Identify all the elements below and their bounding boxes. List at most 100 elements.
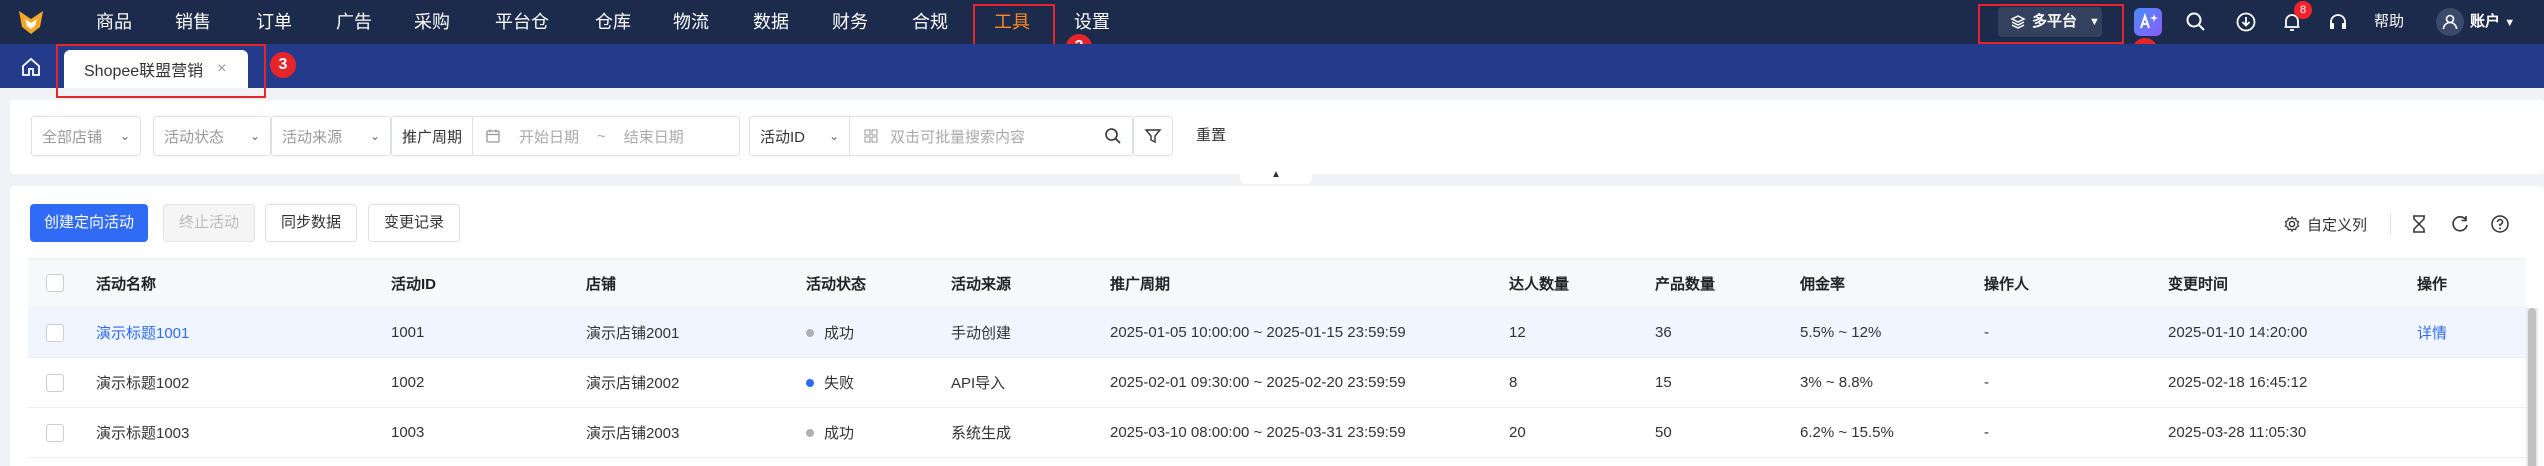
row-checkbox[interactable] [46, 323, 64, 342]
status-cell: 失败 [806, 358, 854, 407]
home-icon[interactable] [20, 56, 42, 78]
search-input[interactable]: 双击可批量搜索内容 [890, 126, 1104, 147]
chevron-down-icon: ⌄ [369, 129, 380, 143]
column-header-commission[interactable]: 佣金率 [1800, 259, 1845, 307]
search-icon[interactable] [1104, 127, 1122, 145]
shop-name: 演示店铺2003 [586, 425, 680, 442]
user-icon [2442, 14, 2458, 30]
id-type-select[interactable]: 活动ID ⌄ [750, 117, 850, 155]
column-header-products[interactable]: 产品数量 [1655, 259, 1715, 307]
nav-item-finance[interactable]: 财务 [832, 0, 868, 44]
avatar[interactable] [2436, 8, 2464, 36]
nav-item-platform-warehouse[interactable]: 平台仓 [495, 0, 549, 44]
column-header-id[interactable]: 活动ID [391, 259, 436, 307]
collapse-filter-toggle[interactable]: ▲ [1240, 168, 1312, 184]
reset-button[interactable]: 重置 [1196, 116, 1226, 156]
row-checkbox[interactable] [46, 373, 64, 392]
nav-item-warehouse[interactable]: 仓库 [595, 0, 631, 44]
table-header: 活动名称 活动ID 店铺 活动状态 活动来源 推广周期 达人数量 产品数量 佣金… [28, 258, 2526, 308]
ai-assistant-icon[interactable] [2134, 8, 2162, 36]
shop-name: 演示店铺2001 [586, 325, 680, 342]
notification-count-badge: 8 [2294, 1, 2312, 19]
top-navbar [0, 0, 2544, 44]
status-select[interactable]: 活动状态 ⌄ [153, 116, 271, 156]
operator-text: - [1984, 374, 1989, 391]
nav-item-sales[interactable]: 销售 [175, 0, 211, 44]
column-header-changed[interactable]: 变更时间 [2168, 259, 2228, 307]
column-header-action: 操作 [2417, 275, 2448, 293]
source-text: 手动创建 [951, 325, 1012, 342]
gear-icon [2284, 215, 2300, 233]
status-dot [806, 378, 814, 387]
table-row[interactable]: 演示标题1003 1003 演示店铺2003 成功 系统生成 2025-03-1… [28, 408, 2526, 458]
nav-item-data[interactable]: 数据 [753, 0, 789, 44]
column-header-operator[interactable]: 操作人 [1984, 259, 2029, 307]
period-text: 2025-01-05 10:00:00 ~ 2025-01-15 23:59:5… [1110, 324, 1406, 341]
nav-item-products[interactable]: 商品 [96, 0, 132, 44]
column-header-period[interactable]: 推广周期 [1110, 259, 1170, 307]
campaign-name-link[interactable]: 演示标题1002 [96, 358, 189, 407]
custom-columns-button[interactable]: 自定义列 [2283, 212, 2367, 236]
highlight-box-platform [1978, 4, 2124, 44]
period-label: 推广周期 [392, 117, 474, 155]
end-date-input[interactable]: 结束日期 [624, 126, 684, 147]
period-text: 2025-03-10 08:00:00 ~ 2025-03-31 23:59:5… [1110, 424, 1406, 441]
id-type-value: 活动ID [760, 128, 806, 146]
nav-item-ads[interactable]: 广告 [336, 0, 372, 44]
advanced-filter-button[interactable] [1133, 116, 1173, 156]
row-checkbox[interactable] [46, 423, 64, 442]
column-header-creators[interactable]: 达人数量 [1509, 259, 1569, 307]
help-circle-icon[interactable] [2490, 212, 2510, 236]
select-all-checkbox[interactable] [46, 274, 64, 292]
table-row[interactable]: 演示标题1002 1002 演示店铺2002 失败 API导入 2025-02-… [28, 358, 2526, 408]
chevron-down-icon: ⌄ [119, 129, 130, 143]
column-header-status[interactable]: 活动状态 [806, 259, 866, 307]
table-row[interactable]: 演示标题1001 1001 演示店铺2001 成功 手动创建 2025-01-0… [28, 308, 2526, 358]
main-panel: 创建定向活动 终止活动 同步数据 变更记录 自定义列 活动名称 活动ID 店铺 … [10, 186, 2544, 466]
nav-item-orders[interactable]: 订单 [256, 0, 292, 44]
filter-icon [1144, 129, 1162, 144]
status-dot [806, 428, 814, 437]
create-targeted-campaign-button[interactable]: 创建定向活动 [30, 204, 148, 242]
start-date-input[interactable]: 开始日期 [519, 126, 579, 147]
download-icon[interactable] [2232, 8, 2260, 36]
stop-campaign-button[interactable]: 终止活动 [163, 204, 255, 242]
chevron-down-icon: ⌄ [828, 129, 839, 143]
commission-rate: 3% ~ 8.8% [1800, 374, 1873, 391]
change-history-button[interactable]: 变更记录 [368, 204, 460, 242]
toolbar-divider [2390, 214, 2391, 234]
source-text: 系统生成 [951, 425, 1012, 442]
creators-count: 12 [1509, 324, 1526, 341]
caret-down-icon: ▼ [2504, 17, 2516, 29]
range-separator: ~ [597, 127, 606, 145]
table-scrollbar-thumb[interactable] [2528, 308, 2536, 466]
highlight-box-tab [56, 44, 266, 98]
search-icon[interactable] [2182, 8, 2210, 36]
sync-data-button[interactable]: 同步数据 [265, 204, 357, 242]
hourglass-icon[interactable] [2410, 212, 2428, 236]
column-header-shop[interactable]: 店铺 [586, 259, 616, 307]
campaign-name-link[interactable]: 演示标题1003 [96, 408, 189, 457]
logo-icon[interactable] [16, 7, 46, 37]
nav-item-purchase[interactable]: 采购 [414, 0, 450, 44]
help-link[interactable]: 帮助 [2374, 0, 2404, 44]
source-select[interactable]: 活动来源 ⌄ [271, 116, 391, 156]
changed-time: 2025-03-28 11:05:30 [2168, 424, 2307, 441]
account-menu[interactable]: 账户 ▼ [2470, 0, 2515, 44]
column-header-name[interactable]: 活动名称 [96, 259, 156, 307]
nav-item-compliance[interactable]: 合规 [912, 0, 948, 44]
grid-icon [864, 129, 878, 143]
campaign-name-link[interactable]: 演示标题1001 [96, 308, 189, 357]
account-label: 账户 [2470, 13, 2501, 30]
chevron-down-icon: ⌄ [249, 129, 260, 143]
shop-name: 演示店铺2002 [586, 375, 680, 392]
headset-icon[interactable] [2324, 8, 2352, 36]
period-range-picker[interactable]: 推广周期 开始日期 ~ 结束日期 [391, 116, 740, 156]
column-header-source[interactable]: 活动来源 [951, 259, 1011, 307]
nav-item-logistics[interactable]: 物流 [673, 0, 709, 44]
details-link[interactable]: 详情 [2417, 308, 2447, 357]
source-select-value: 活动来源 [282, 128, 343, 146]
refresh-icon[interactable] [2450, 212, 2470, 236]
shop-select[interactable]: 全部店铺 ⌄ [31, 116, 141, 156]
campaign-id: 1001 [391, 324, 425, 341]
